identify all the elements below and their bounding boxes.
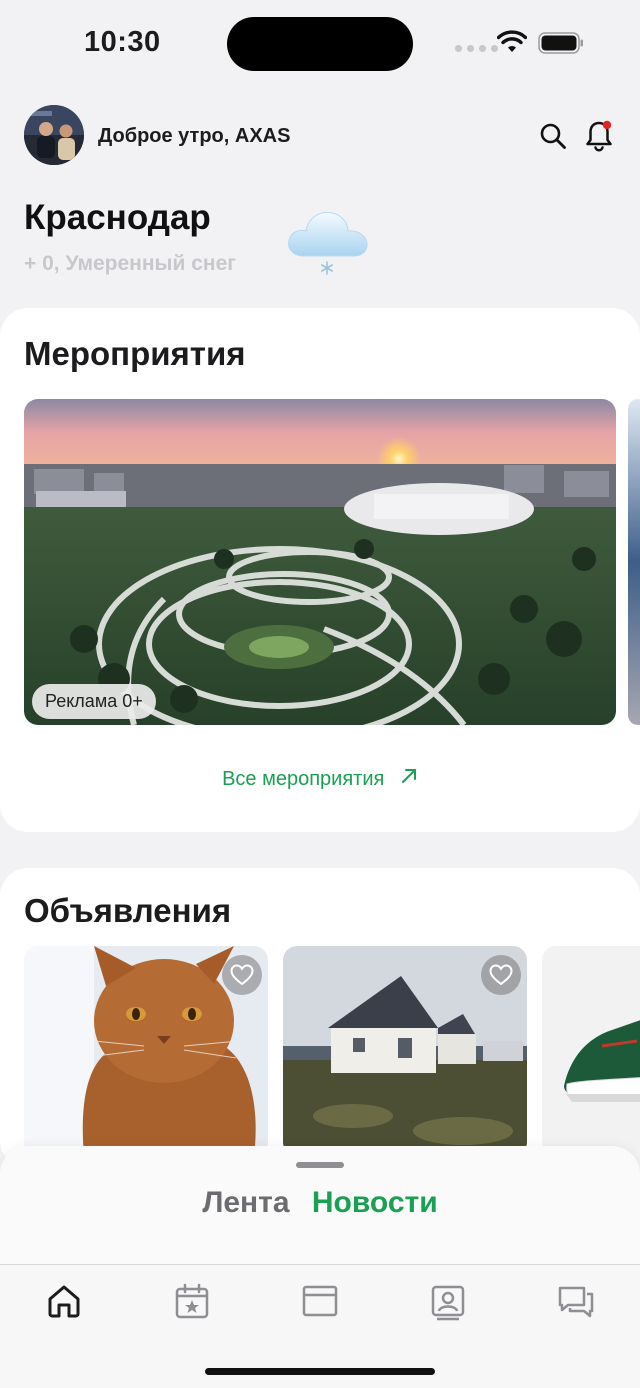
ad-item-sneaker[interactable] xyxy=(542,946,640,1156)
signal-icon xyxy=(455,45,498,52)
weather-summary: + 0, Умеренный снег xyxy=(24,252,237,275)
events-title: Мероприятия xyxy=(24,335,246,372)
dynamic-island xyxy=(227,17,413,71)
battery-icon xyxy=(538,32,583,54)
avatar-photo xyxy=(24,105,84,165)
header: Доброе утро, AXAS xyxy=(24,105,616,167)
messages-tab-icon[interactable] xyxy=(556,1281,596,1321)
sheet-tabs: Лента Новости xyxy=(0,1186,640,1220)
home-indicator xyxy=(205,1368,435,1375)
snow-cloud-icon xyxy=(288,211,368,275)
tab-feed[interactable]: Лента xyxy=(202,1186,289,1219)
heart-icon xyxy=(230,964,254,986)
sheet-grabber[interactable] xyxy=(296,1162,344,1168)
ads-section: Объявления xyxy=(0,868,640,1168)
events-section: Мероприятия Реклама 0+ Все мероприятия xyxy=(0,308,640,832)
all-events-label: Все мероприятия xyxy=(222,768,385,790)
ad-item-cat[interactable] xyxy=(24,946,268,1156)
arrow-up-right-icon xyxy=(401,769,416,783)
status-bar: 10:30 xyxy=(0,0,640,90)
feed-bottom-sheet[interactable]: Лента Новости xyxy=(0,1146,640,1266)
home-tab-icon[interactable] xyxy=(44,1281,84,1321)
ad-age-badge: Реклама 0+ xyxy=(32,684,156,719)
ad-image-sneaker xyxy=(542,946,640,1156)
search-icon[interactable] xyxy=(539,122,567,150)
ads-tab-icon[interactable] xyxy=(300,1281,340,1321)
favorite-button[interactable] xyxy=(481,955,521,995)
status-time: 10:30 xyxy=(84,26,161,58)
wifi-icon xyxy=(497,30,527,52)
ad-item-house[interactable] xyxy=(283,946,527,1156)
home-screen: 10:30 Доброе утро, AXAS Краснодар + 0, У… xyxy=(0,0,640,1388)
event-banner[interactable]: Реклама 0+ xyxy=(24,399,616,725)
contacts-tab-icon[interactable] xyxy=(428,1281,468,1321)
event-banner-image xyxy=(24,399,616,725)
ads-title: Объявления xyxy=(24,892,232,929)
favorite-button[interactable] xyxy=(222,955,262,995)
next-event-banner-peek[interactable] xyxy=(628,399,640,725)
greeting-text: Доброе утро, AXAS xyxy=(98,125,291,147)
all-events-link[interactable]: Все мероприятия xyxy=(0,767,640,791)
calendar-tab-icon[interactable] xyxy=(172,1281,212,1321)
city-name: Краснодар xyxy=(24,198,211,237)
tab-news[interactable]: Новости xyxy=(312,1186,438,1219)
heart-icon xyxy=(489,964,513,986)
avatar[interactable] xyxy=(24,105,84,165)
notification-dot xyxy=(602,120,612,130)
notifications-bell-icon[interactable] xyxy=(584,119,614,153)
